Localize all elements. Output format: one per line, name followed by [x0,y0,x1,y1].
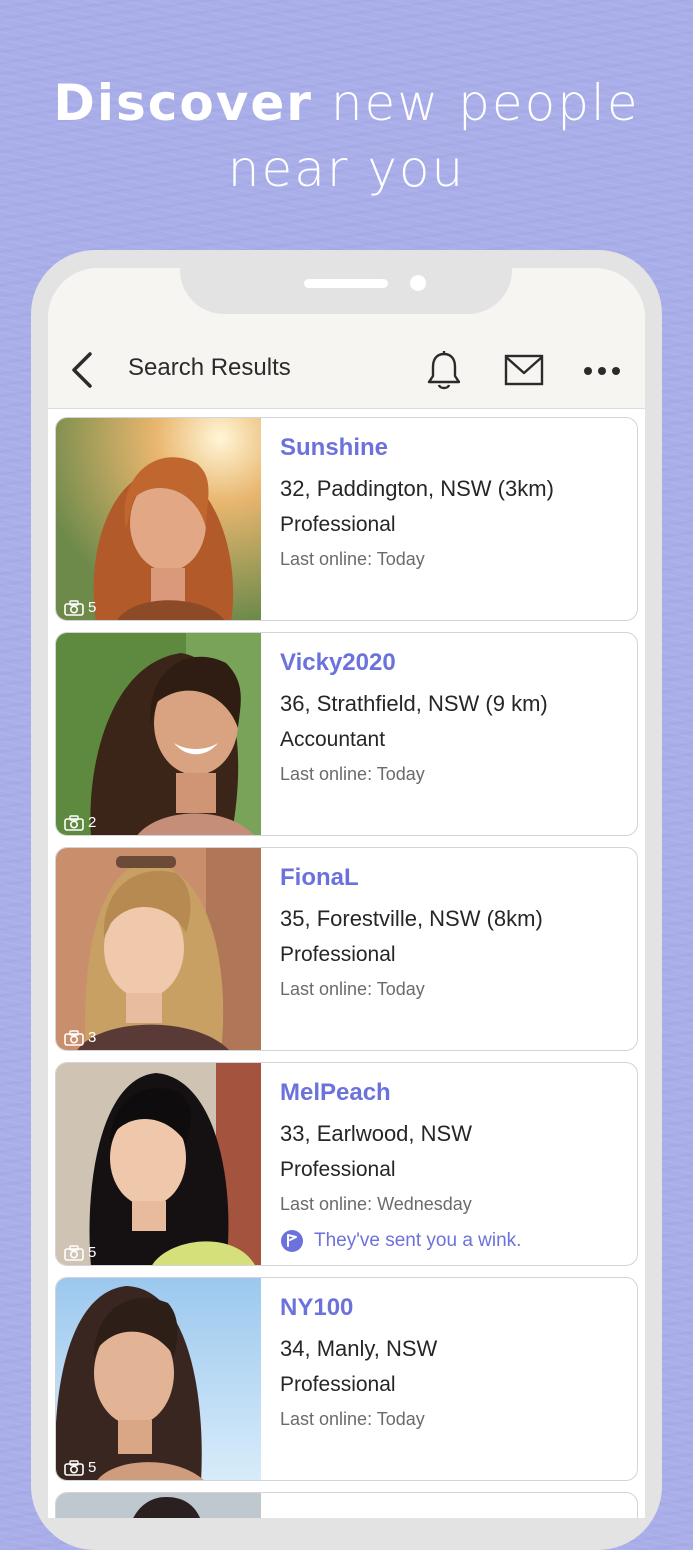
profile-location: 32, Paddington, NSW (3km) [280,476,554,501]
profile-location: 36, Strathfield, NSW (9 km) [280,691,548,716]
profile-photo[interactable]: 5 [56,418,261,620]
camera-icon [64,1459,84,1476]
profile-occupation: Professional [280,1158,396,1181]
profile-name[interactable]: FionaL [280,864,630,892]
profile-name[interactable]: MelPeach [280,1079,630,1107]
profile-last-online: Last online: Today [280,549,425,569]
profile-info: MelPeach 33, Earlwood, NSW Professional … [280,1079,630,1253]
page-title: Search Results [128,354,291,381]
app-bar: Search Results [48,268,645,409]
photo-count: 2 [88,814,97,831]
profile-last-online: Last online: Today [280,979,425,999]
profile-photo-image [56,1063,261,1265]
photo-count-badge: 3 [64,1029,96,1046]
photo-count: 5 [88,599,97,616]
phone-notch [180,268,512,314]
profile-card[interactable]: 5 NY100 34, Manly, NSW Professional Last… [55,1277,638,1481]
camera-icon [64,1244,84,1261]
profile-occupation: Professional [280,943,396,966]
profile-info: Vicky2020 36, Strathfield, NSW (9 km) Ac… [280,649,630,785]
photo-count: 5 [88,1244,97,1261]
profile-photo[interactable] [56,1493,261,1518]
headline-strong: Discover [53,74,313,132]
front-camera [410,275,426,291]
phone-screen: Search Results 5 Sunshine 32, Paddington… [48,268,645,1518]
bell-icon [427,351,461,390]
profile-last-online: Last online: Wednesday [280,1194,472,1214]
messages-button[interactable] [504,354,544,391]
back-button[interactable] [66,350,98,390]
camera-icon [64,599,84,616]
profile-photo[interactable]: 2 [56,633,261,835]
more-options-button[interactable] [582,364,622,382]
photo-count: 5 [88,1459,97,1476]
profile-photo[interactable]: 5 [56,1063,261,1265]
profile-photo-image [56,633,261,835]
profile-occupation: Professional [280,1373,396,1396]
wink-icon [281,1230,303,1252]
profile-occupation: Professional [280,513,396,536]
notifications-button[interactable] [426,350,462,397]
profile-location: 34, Manly, NSW [280,1336,438,1361]
profile-photo[interactable]: 5 [56,1278,261,1480]
profile-occupation: Accountant [280,728,386,751]
profile-card[interactable]: 3 FionaL 35, Forestville, NSW (8km) Prof… [55,847,638,1051]
photo-count-badge: 5 [64,1459,96,1476]
profile-location: 33, Earlwood, NSW [280,1121,472,1146]
profile-name[interactable]: NY100 [280,1294,630,1322]
profile-info: FionaL 35, Forestville, NSW (8km) Profes… [280,864,630,1000]
profile-photo-image [56,1278,261,1480]
profile-last-online: Last online: Today [280,764,425,784]
photo-count-badge: 5 [64,599,96,616]
camera-icon [64,1029,84,1046]
profile-card[interactable]: 5 Sunshine 32, Paddington, NSW (3km) Pro… [55,417,638,621]
profile-info: NY100 34, Manly, NSW Professional Last o… [280,1294,630,1430]
more-icon [584,367,620,375]
profile-name[interactable]: Sunshine [280,434,630,462]
wink-notice[interactable]: They've sent you a wink. [280,1229,630,1253]
photo-count-badge: 5 [64,1244,96,1261]
photo-count-badge: 2 [64,814,96,831]
profile-name[interactable]: Vicky2020 [280,649,630,677]
camera-icon [64,814,84,831]
profile-photo-image [56,418,261,620]
wink-text: They've sent you a wink. [314,1230,522,1251]
profile-location: 35, Forestville, NSW (8km) [280,906,543,931]
headline-line2: near you [227,140,466,198]
profile-info: Sunshine 32, Paddington, NSW (3km) Profe… [280,434,630,570]
promo-headline: Discover new people near you [0,70,693,202]
profile-card[interactable]: 5 MelPeach 33, Earlwood, NSW Professiona… [55,1062,638,1266]
profile-card-partial[interactable] [55,1492,638,1518]
profile-last-online: Last online: Today [280,1409,425,1429]
mail-icon [504,354,544,386]
photo-count: 3 [88,1029,97,1046]
headline-rest: new people [330,74,640,132]
speaker-grille [304,279,388,288]
profile-photo-image [56,1493,261,1518]
profile-card[interactable]: 2 Vicky2020 36, Strathfield, NSW (9 km) … [55,632,638,836]
chevron-left-icon [72,352,92,388]
profile-photo-image [56,848,261,1050]
profile-photo[interactable]: 3 [56,848,261,1050]
